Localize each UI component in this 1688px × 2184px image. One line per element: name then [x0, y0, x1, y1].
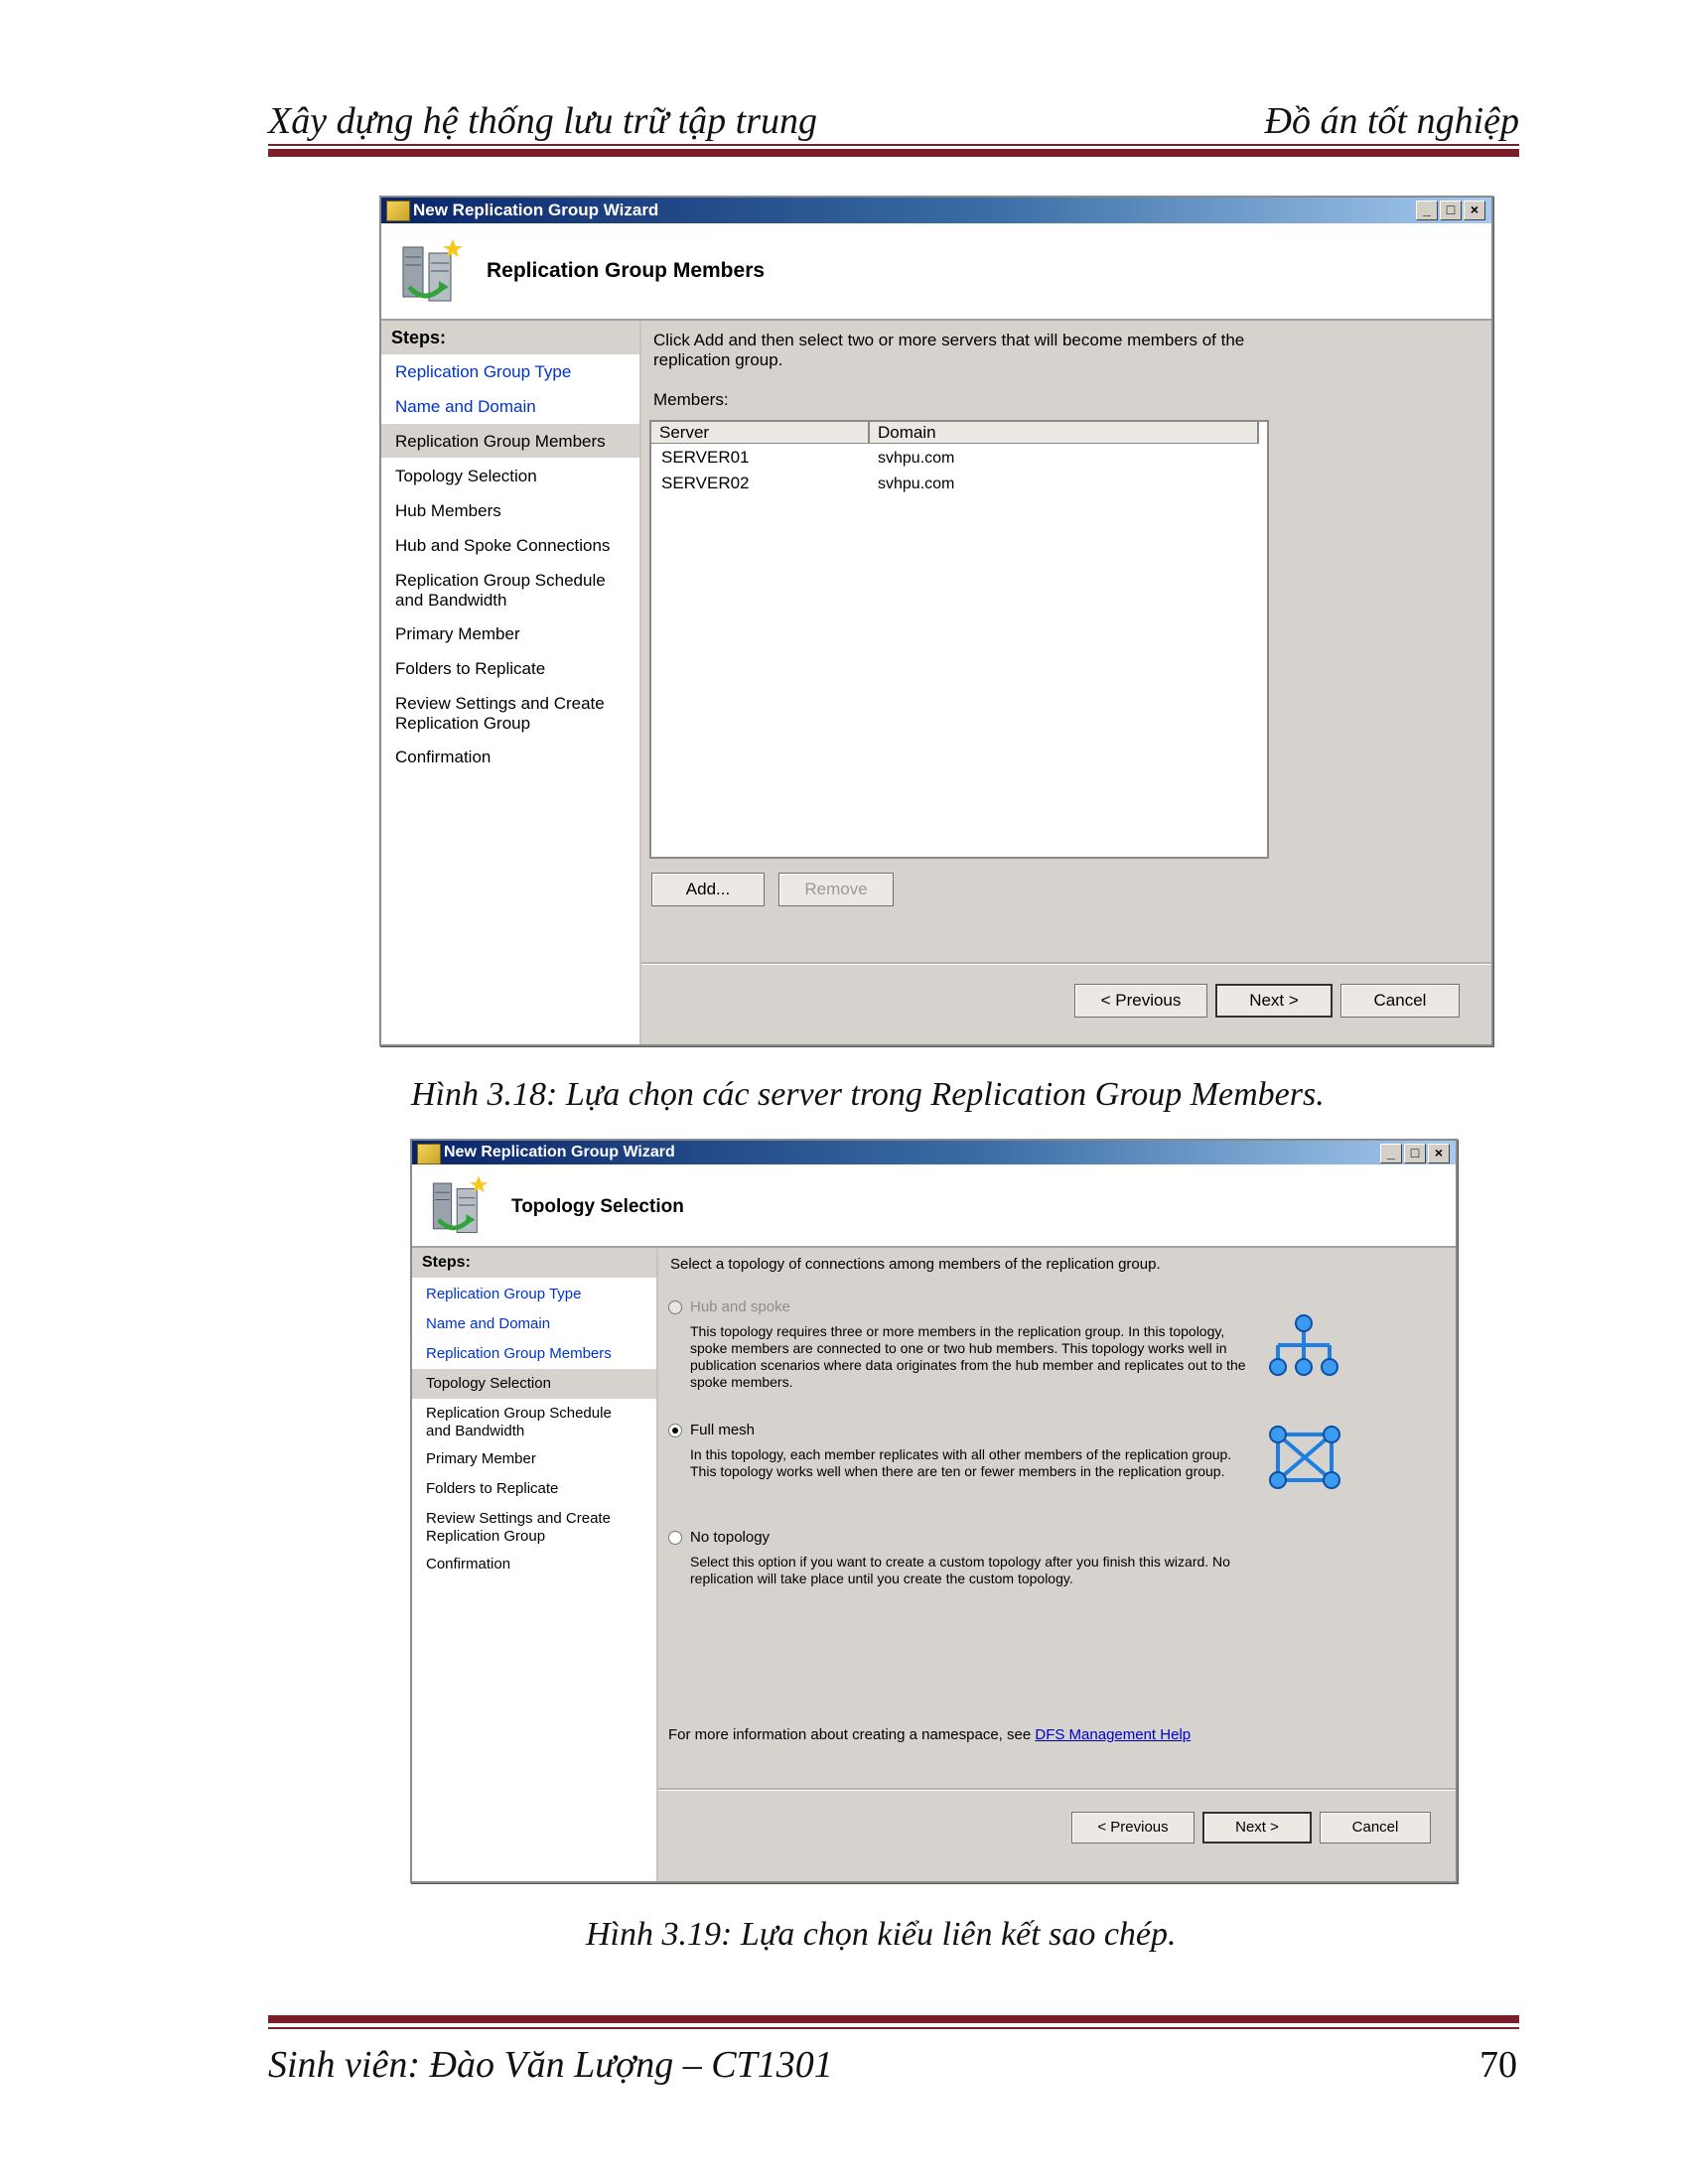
full-mesh-radio[interactable]	[668, 1424, 682, 1437]
remove-button[interactable]: Remove	[778, 873, 894, 906]
banner-title: Topology Selection	[511, 1196, 684, 1217]
instructions-text: Click Add and then select two or more se…	[653, 331, 1245, 369]
title-bar[interactable]: New Replication Group Wizard _ □ ×	[412, 1141, 1456, 1164]
step-topology-selection: Topology Selection	[395, 467, 537, 485]
content-pane: Select a topology of connections among m…	[658, 1248, 1456, 1881]
full-mesh-label[interactable]: Full mesh	[690, 1422, 755, 1438]
members-list[interactable]: Server Domain SERVER01 svhpu.com SERVER0…	[649, 420, 1269, 859]
steps-header: Steps:	[412, 1248, 656, 1278]
steps-pane: Steps: Replication Group Type Name and D…	[381, 321, 641, 1044]
page-header-title: Xây dựng hệ thống lưu trữ tập trung	[268, 100, 817, 142]
hub-spoke-icon	[1269, 1314, 1338, 1376]
step-folders-to-replicate: Folders to Replicate	[426, 1480, 559, 1497]
step-replication-group-type[interactable]: Replication Group Type	[381, 362, 639, 382]
footer-rule-thick	[268, 2015, 1519, 2023]
previous-button[interactable]: < Previous	[1071, 1812, 1195, 1843]
server-replication-icon	[432, 1175, 489, 1233]
steps-header: Steps:	[381, 321, 639, 354]
page-header-subtitle: Đồ án tốt nghiệp	[1264, 100, 1519, 142]
steps-pane: Steps: Replication Group Type Name and D…	[412, 1248, 658, 1881]
window-title: New Replication Group Wizard	[413, 201, 659, 219]
help-text: For more information about creating a na…	[668, 1726, 1032, 1743]
close-button[interactable]: ×	[1464, 201, 1485, 220]
wizard-banner: Topology Selection	[412, 1164, 1456, 1248]
row-2-server[interactable]: SERVER02	[661, 474, 750, 493]
step-schedule-bandwidth: Replication Group Schedule and Bandwidth	[395, 571, 606, 611]
wizard-banner: Replication Group Members	[381, 223, 1491, 321]
step-name-and-domain[interactable]: Name and Domain	[381, 397, 639, 417]
column-header-server[interactable]: Server	[651, 422, 870, 444]
full-mesh-description: In this topology, each member replicates…	[690, 1446, 1232, 1479]
step-topology-selection: Topology Selection	[412, 1369, 656, 1399]
step-hub-members: Hub Members	[395, 501, 501, 520]
column-header-domain[interactable]: Domain	[870, 422, 1259, 444]
cancel-button[interactable]: Cancel	[1340, 984, 1460, 1018]
row-1-domain[interactable]: svhpu.com	[878, 450, 954, 468]
no-topology-radio[interactable]	[668, 1531, 682, 1545]
cancel-button[interactable]: Cancel	[1320, 1812, 1431, 1843]
window-title: New Replication Group Wizard	[444, 1144, 675, 1160]
close-button[interactable]: ×	[1428, 1144, 1450, 1163]
banner-title: Replication Group Members	[487, 259, 766, 282]
instructions-text: Select a topology of connections among m…	[670, 1256, 1161, 1273]
help-line: For more information about creating a na…	[668, 1726, 1191, 1743]
step-primary-member: Primary Member	[395, 624, 520, 643]
maximize-button[interactable]: □	[1440, 201, 1462, 220]
header-rule-thin	[268, 144, 1519, 146]
previous-button[interactable]: < Previous	[1074, 984, 1207, 1018]
no-topology-description: Select this option if you want to create…	[690, 1554, 1230, 1586]
header-rule-thick	[268, 149, 1519, 157]
step-name-and-domain[interactable]: Name and Domain	[412, 1315, 656, 1333]
next-button[interactable]: Next >	[1215, 984, 1333, 1018]
row-1-server[interactable]: SERVER01	[661, 448, 750, 468]
step-confirmation: Confirmation	[426, 1556, 511, 1572]
app-icon	[417, 1144, 441, 1164]
step-hub-spoke-connections: Hub and Spoke Connections	[395, 536, 611, 555]
app-icon	[386, 201, 410, 221]
server-replication-icon	[402, 239, 463, 302]
step-schedule-bandwidth: Replication Group Schedule and Bandwidth	[426, 1405, 612, 1439]
minimize-button[interactable]: _	[1416, 201, 1438, 220]
figure-caption-3-19: Hình 3.19: Lựa chọn kiểu liên kết sao ch…	[586, 1916, 1177, 1953]
page-number: 70	[1479, 2044, 1517, 2086]
hub-spoke-label[interactable]: Hub and spoke	[690, 1298, 790, 1315]
figure-caption-3-18: Hình 3.18: Lựa chọn các server trong Rep…	[411, 1076, 1325, 1113]
step-confirmation: Confirmation	[395, 748, 492, 766]
add-button[interactable]: Add...	[651, 873, 765, 906]
step-review-settings: Review Settings and Create Replication G…	[426, 1510, 611, 1545]
footer-rule-thin	[268, 2027, 1519, 2029]
no-topology-label[interactable]: No topology	[690, 1529, 770, 1546]
dfs-help-link[interactable]: DFS Management Help	[1035, 1726, 1191, 1743]
next-button[interactable]: Next >	[1202, 1812, 1312, 1843]
row-2-domain[interactable]: svhpu.com	[878, 476, 954, 493]
hub-spoke-description: This topology requires three or more mem…	[690, 1323, 1246, 1390]
step-folders-to-replicate: Folders to Replicate	[395, 659, 546, 678]
step-replication-group-members[interactable]: Replication Group Members	[412, 1345, 656, 1363]
title-bar[interactable]: New Replication Group Wizard _ □ ×	[381, 198, 1491, 223]
button-separator	[641, 962, 1491, 964]
step-replication-group-members: Replication Group Members	[381, 424, 639, 458]
full-mesh-icon	[1269, 1426, 1340, 1489]
content-pane: Click Add and then select two or more se…	[641, 321, 1491, 1044]
maximize-button[interactable]: □	[1404, 1144, 1426, 1163]
step-review-settings: Review Settings and Create Replication G…	[395, 694, 605, 734]
button-separator	[658, 1788, 1456, 1790]
minimize-button[interactable]: _	[1380, 1144, 1402, 1163]
wizard-window-topology: New Replication Group Wizard _ □ × Topol…	[410, 1139, 1458, 1883]
footer-student: Sinh viên: Đào Văn Lượng – CT1301	[268, 2044, 833, 2086]
members-label: Members:	[653, 390, 729, 409]
step-replication-group-type[interactable]: Replication Group Type	[412, 1286, 656, 1303]
step-primary-member: Primary Member	[426, 1450, 536, 1467]
hub-spoke-radio[interactable]	[668, 1300, 682, 1314]
wizard-window-members: New Replication Group Wizard _ □ × Repli…	[379, 196, 1493, 1046]
